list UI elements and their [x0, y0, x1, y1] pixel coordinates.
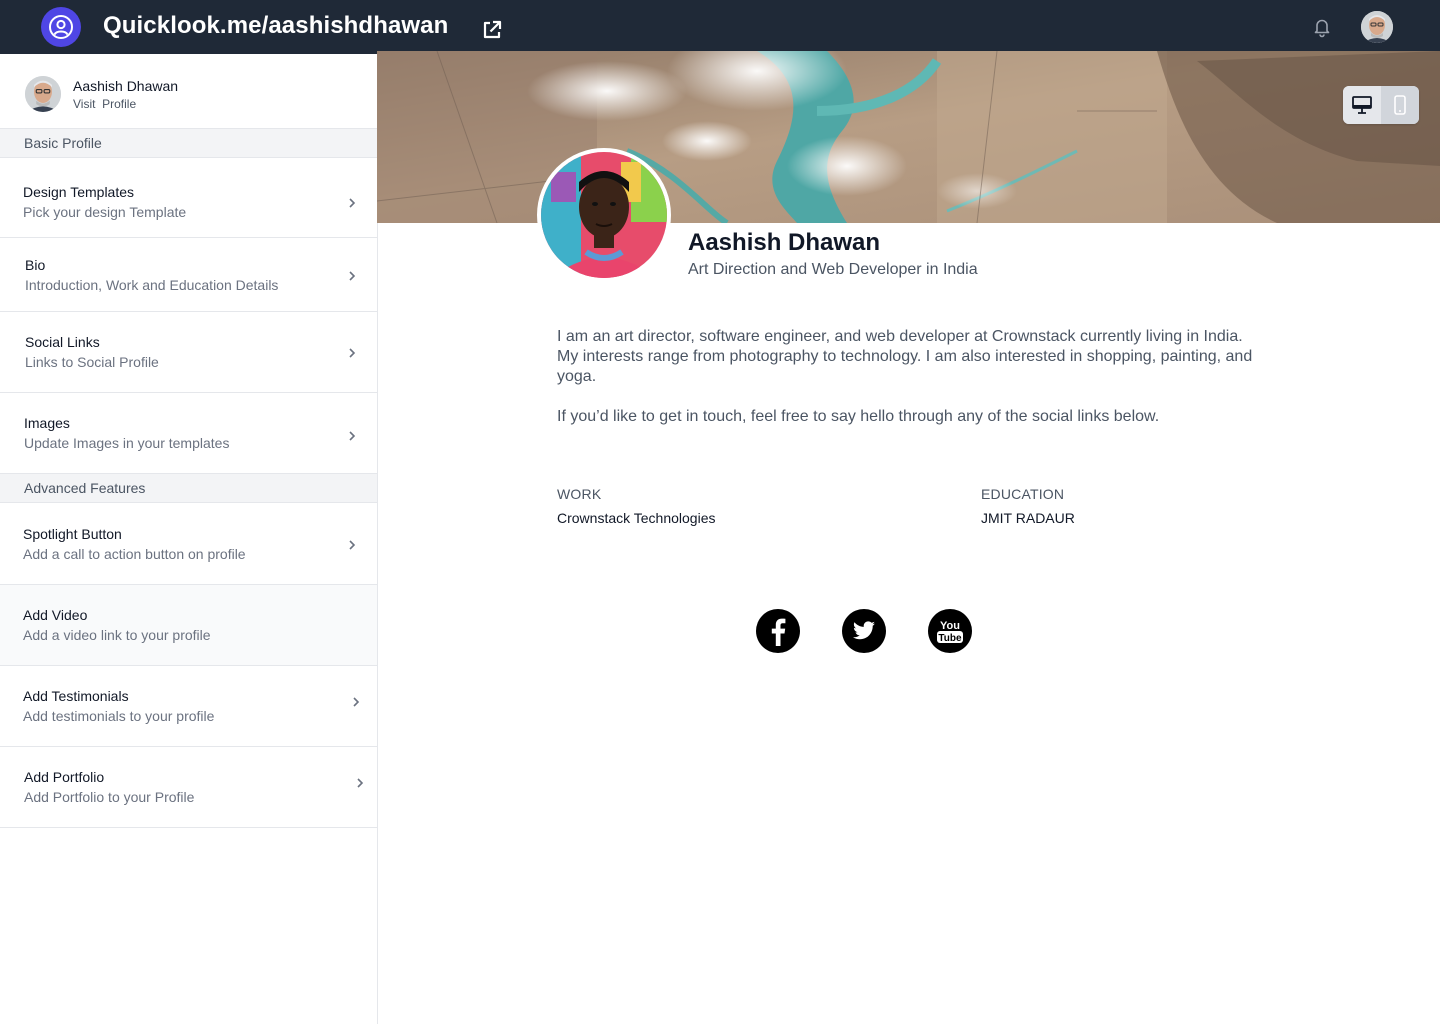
sidebar-item-subtitle: Add testimonials to your profile [23, 708, 215, 724]
bio-paragraph: I am an art director, software engineer,… [557, 328, 1253, 385]
bio-text: I am an art director, software engineer,… [557, 327, 1257, 427]
sidebar: Aashish Dhawan Visit Profile Basic Profi… [0, 54, 378, 1024]
desktop-icon[interactable] [1343, 86, 1381, 124]
profile-name: Aashish Dhawan [688, 229, 881, 256]
bio-paragraph: If you’d like to get in touch, feel free… [557, 408, 1160, 425]
sidebar-item-subtitle: Update Images in your templates [24, 435, 230, 451]
top-bar: Quicklook.me/aashishdhawan [0, 0, 1440, 54]
avatar [25, 76, 61, 112]
sidebar-item-design-templates[interactable]: Design Templates Pick your design Templa… [0, 158, 377, 238]
chevron-right-icon [350, 695, 362, 707]
sidebar-item-subtitle: Links to Social Profile [25, 354, 159, 370]
sidebar-item-social-links[interactable]: Social Links Links to Social Profile [0, 312, 377, 393]
chevron-right-icon [354, 776, 366, 788]
logo-icon[interactable] [41, 7, 81, 47]
site-url-title: Quicklook.me/aashishdhawan [103, 12, 449, 39]
avatar[interactable] [1361, 11, 1393, 43]
bell-icon[interactable] [1311, 16, 1333, 38]
facebook-icon[interactable] [756, 609, 800, 653]
chevron-right-icon [346, 429, 358, 441]
work-value: Crownstack Technologies [557, 510, 716, 526]
profile-role: Art Direction and Web Developer in India [688, 261, 978, 278]
twitter-icon[interactable] [842, 609, 886, 653]
profile-photo [537, 148, 671, 282]
sidebar-item-title: Add Testimonials [23, 688, 129, 704]
sidebar-item-title: Add Portfolio [24, 769, 105, 785]
sidebar-item-bio[interactable]: Bio Introduction, Work and Education Det… [0, 238, 377, 312]
svg-text:You: You [940, 620, 960, 632]
youtube-icon[interactable]: You Tube [928, 609, 972, 653]
external-link-icon[interactable] [481, 19, 503, 41]
cover-image [377, 51, 1440, 223]
sidebar-item-title: Images [24, 415, 70, 431]
sidebar-item-images[interactable]: Images Update Images in your templates [0, 393, 377, 474]
sidebar-item-subtitle: Add Portfolio to your Profile [24, 789, 195, 805]
sidebar-item-spotlight-button[interactable]: Spotlight Button Add a call to action bu… [0, 503, 377, 585]
sidebar-item-title: Design Templates [23, 184, 135, 200]
sidebar-item-subtitle: Add a call to action button on profile [23, 546, 246, 562]
user-card[interactable]: Aashish Dhawan Visit Profile [0, 54, 377, 129]
work-label: WORK [557, 486, 602, 502]
chevron-right-icon [346, 269, 358, 281]
sidebar-item-subtitle: Introduction, Work and Education Details [25, 277, 279, 293]
view-mode-toggle [1343, 86, 1419, 124]
sidebar-item-title: Social Links [25, 334, 100, 350]
chevron-right-icon [346, 538, 358, 550]
sidebar-item-add-portfolio[interactable]: Add Portfolio Add Portfolio to your Prof… [0, 747, 377, 828]
sidebar-item-add-testimonials[interactable]: Add Testimonials Add testimonials to you… [0, 666, 377, 747]
sidebar-item-subtitle: Add a video link to your profile [23, 627, 211, 643]
education-label: EDUCATION [981, 486, 1065, 502]
sidebar-item-add-video[interactable]: Add Video Add a video link to your profi… [0, 585, 377, 666]
chevron-right-icon [346, 196, 358, 208]
section-header-advanced-features: Advanced Features [0, 473, 377, 503]
mobile-icon[interactable] [1381, 86, 1419, 124]
section-header-basic-profile: Basic Profile [0, 128, 377, 158]
sidebar-item-title: Spotlight Button [23, 526, 122, 542]
sidebar-item-title: Add Video [23, 607, 88, 623]
svg-text:Tube: Tube [938, 633, 962, 644]
user-name: Aashish Dhawan [73, 78, 179, 94]
sidebar-item-subtitle: Pick your design Template [23, 204, 187, 220]
sidebar-item-title: Bio [25, 257, 46, 273]
visit-profile-link[interactable]: Visit Profile [73, 97, 136, 111]
chevron-right-icon [346, 346, 358, 358]
education-value: JMIT RADAUR [981, 510, 1075, 526]
